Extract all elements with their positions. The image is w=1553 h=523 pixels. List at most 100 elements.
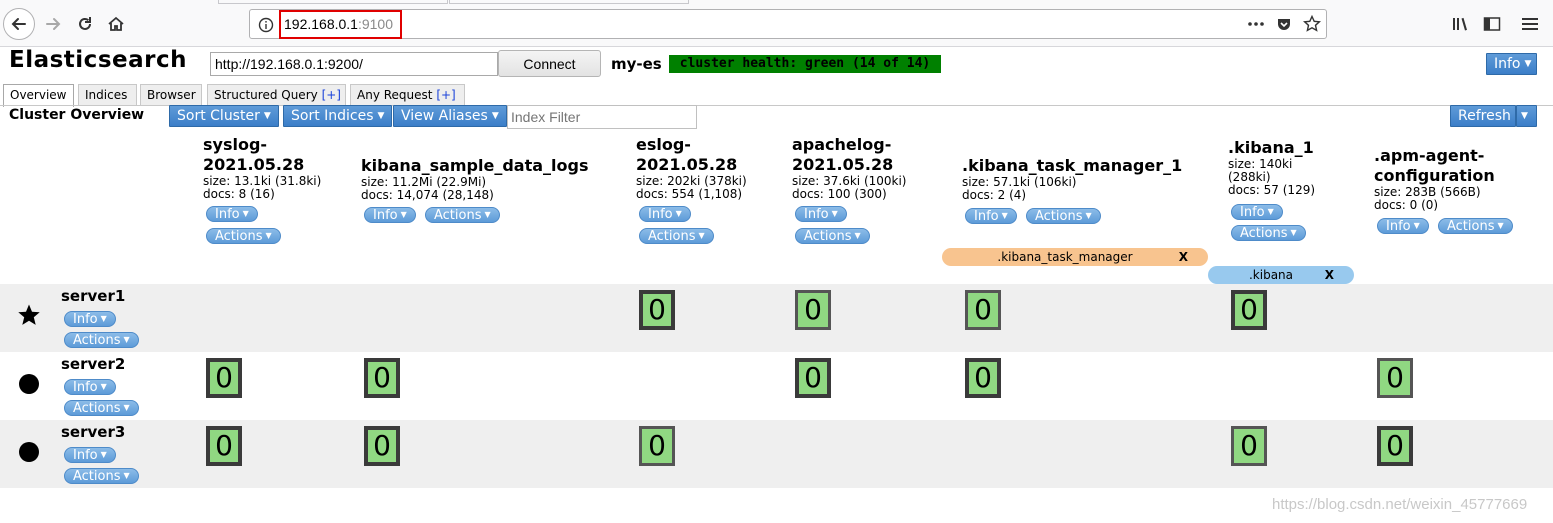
watermark-text: https://blog.csdn.net/weixin_45777669 [1272,496,1528,513]
shard-primary[interactable]: 0 [965,358,1001,398]
shard-replica[interactable]: 0 [795,290,831,330]
connect-button[interactable]: Connect [498,50,601,77]
index-docs: docs: 14,074 (28,148) [361,188,494,202]
tab-strip [0,0,1553,5]
index-filter-input[interactable] [507,105,697,129]
index-actions-button[interactable]: Actions ▼ [795,228,870,244]
index-header: eslog- 2021.05.28 size: 202ki (378ki) do… [636,135,747,201]
tab-structured-query[interactable]: Structured Query [+] [207,84,346,106]
shard-primary[interactable]: 0 [364,426,400,466]
cluster-name: my-es [611,55,662,73]
refresh-interval-dropdown[interactable]: ▼ [1516,105,1537,127]
tab-indices[interactable]: Indices [78,84,137,106]
master-star-icon [17,303,41,327]
forward-button[interactable] [37,8,69,40]
sidebar-icon[interactable] [1482,14,1502,34]
index-name: syslog- [203,135,268,154]
server-actions-button[interactable]: Actions ▼ [64,400,139,416]
shard-primary[interactable]: 0 [795,358,831,398]
index-actions-button[interactable]: Actions ▼ [1026,208,1101,224]
index-info-button[interactable]: Info ▼ [795,206,847,222]
reload-icon [79,17,91,30]
index-header: syslog- 2021.05.28 size: 13.1ki (31.8ki)… [203,135,321,201]
index-name: configuration [1374,166,1495,185]
alias-badge[interactable]: .kibana X [1208,266,1354,284]
index-name: .apm-agent- [1374,146,1485,165]
index-actions-button[interactable]: Actions ▼ [639,228,714,244]
index-info-button[interactable]: Info ▼ [639,206,691,222]
index-name: .kibana_task_manager_1 [962,156,1183,175]
info-menu-button[interactable]: Info ▼ [1486,53,1537,75]
index-docs: docs: 8 (16) [203,187,275,201]
url-text: 192.168.0.1:9100 [284,16,394,32]
caret-down-icon: ▼ [1521,111,1528,121]
pocket-icon[interactable] [1274,14,1294,34]
index-info-button[interactable]: Info ▼ [1231,204,1283,220]
server-name: server2 [61,355,126,373]
back-button[interactable] [3,8,35,40]
browser-toolbar: 192.168.0.1:9100 [0,0,1553,47]
browser-tab[interactable] [218,0,448,4]
server-info-button[interactable]: Info ▼ [64,311,116,327]
menu-icon[interactable] [1520,14,1540,34]
server-name: server1 [61,287,126,305]
index-info-button[interactable]: Info ▼ [206,206,258,222]
shard-primary[interactable]: 0 [206,426,242,466]
shard-replica[interactable]: 0 [1231,426,1267,466]
index-docs: docs: 57 (129) [1228,183,1316,197]
server-info-button[interactable]: Info ▼ [64,447,116,463]
cluster-health-badge: cluster health: green (14 of 14) [669,55,941,73]
remove-alias-button[interactable]: X [1325,266,1334,284]
shard-primary[interactable]: 0 [206,358,242,398]
index-actions-button[interactable]: Actions ▼ [1231,225,1306,241]
server-info-button[interactable]: Info ▼ [64,379,116,395]
index-info-button[interactable]: Info ▼ [1377,218,1429,234]
address-bar[interactable] [249,9,1327,39]
refresh-button[interactable]: Refresh [1450,105,1516,127]
sort-cluster-button[interactable]: Sort Cluster ▼ [169,105,279,127]
browser-tab[interactable] [449,0,689,4]
index-actions-button[interactable]: Actions ▼ [1438,218,1513,234]
shard-primary[interactable]: 0 [1377,426,1413,466]
server-actions-button[interactable]: Actions ▼ [64,468,139,484]
tab-overview[interactable]: Overview [3,84,74,107]
page-actions-icon[interactable] [1246,14,1266,34]
index-info-button[interactable]: Info ▼ [965,208,1017,224]
shard-primary[interactable]: 0 [639,290,675,330]
reload-button[interactable] [69,8,101,40]
section-title: Cluster Overview [9,107,145,123]
caret-down-icon: ▼ [377,111,385,121]
shard-primary[interactable]: 0 [364,358,400,398]
bookmark-star-icon[interactable] [1302,14,1322,34]
sort-indices-button[interactable]: Sort Indices ▼ [283,105,393,127]
server-row [0,284,1553,352]
caret-down-icon: ▼ [1524,59,1532,69]
index-actions-button[interactable]: Actions ▼ [425,207,500,223]
index-docs: docs: 100 (300) [792,187,887,201]
index-header: apachelog- 2021.05.28 size: 37.6ki (100k… [792,135,907,201]
library-icon[interactable] [1451,14,1471,34]
index-header: .apm-agent- configuration size: 283B (56… [1374,146,1495,212]
shard-primary[interactable]: 0 [1231,290,1267,330]
shard-replica[interactable]: 0 [639,426,675,466]
connection-url-input[interactable] [210,52,498,76]
node-circle-icon [17,372,41,396]
index-name: 2021.05.28 [792,155,894,174]
index-header: .kibana_1 size: 140ki (288ki) docs: 57 (… [1228,138,1315,197]
tab-browser[interactable]: Browser [140,84,202,106]
index-docs: docs: 0 (0) [1374,198,1439,212]
tab-any-request[interactable]: Any Request [+] [350,84,465,106]
index-actions-button[interactable]: Actions ▼ [206,228,281,244]
view-aliases-button[interactable]: View Aliases ▼ [393,105,507,127]
server-actions-button[interactable]: Actions ▼ [64,332,139,348]
remove-alias-button[interactable]: X [1179,248,1188,266]
index-name: 2021.05.28 [203,155,305,174]
site-info-icon[interactable] [256,15,276,35]
shard-replica[interactable]: 0 [965,290,1001,330]
home-button[interactable] [100,8,132,40]
index-name: .kibana_1 [1228,138,1314,157]
shard-replica[interactable]: 0 [1377,358,1413,398]
index-name: kibana_sample_data_logs [361,156,589,175]
index-info-button[interactable]: Info ▼ [364,207,416,223]
alias-badge[interactable]: .kibana_task_manager X [942,248,1208,266]
